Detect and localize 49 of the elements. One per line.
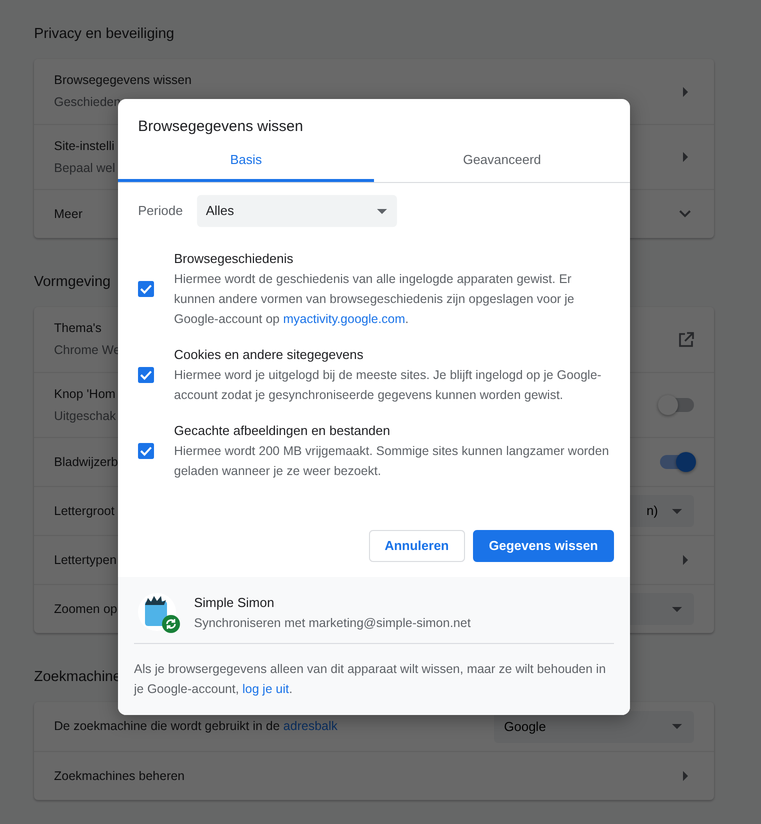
arrow-icon[interactable] — [682, 771, 688, 781]
sync-badge-icon — [162, 615, 180, 633]
option-description: Hiermee word je uitgelogd bij de meeste sites. Je blijft ingelogd op je Google-account zodat je gesynchroniseerde gegevens kunnen worden gewist. — [174, 367, 602, 404]
toggle-switch[interactable] — [660, 455, 694, 469]
sync-status: Synchroniseren met marketing@simple-simon.net — [194, 615, 471, 632]
period-dropdown[interactable]: Alles — [196, 195, 397, 227]
external-link-icon[interactable] — [678, 332, 694, 348]
arrow-icon[interactable] — [682, 86, 688, 96]
row-title: Meer — [54, 206, 82, 223]
row-title: Knop 'Hom — [54, 386, 116, 403]
checkbox[interactable] — [138, 367, 154, 383]
option-description: Hiermee wordt 200 MB vrijgemaakt. Sommige sites kunnen langzamer worden geladen wanneer je ze weer bezoekt. — [174, 443, 610, 480]
section-title: Privacy en beveiliging — [34, 25, 174, 44]
period-label: Periode — [138, 202, 183, 220]
chevron-down-icon[interactable] — [678, 210, 691, 218]
section-title: Zoekmachine — [34, 668, 122, 688]
footer-text: Als je browsergegevens alleen van dit apparaat wilt wissen, maar ze wilt behouden in je Google-account, log je uit. — [134, 661, 607, 698]
row-subtitle: Bepaal wel — [54, 160, 116, 177]
row-title: Thema's — [54, 320, 102, 338]
tab[interactable]: Basis — [118, 140, 374, 182]
tab[interactable]: Geavanceerd — [374, 140, 630, 182]
address-bar-link[interactable]: adresbalk — [283, 719, 338, 734]
row-subtitle: Uitgeschak — [54, 408, 116, 425]
row-title: Bladwijzerb — [54, 454, 118, 471]
section-title: Vormgeving — [34, 273, 111, 292]
account-name: Simple Simon — [194, 594, 276, 612]
sign-out-link[interactable]: log je uit — [242, 682, 289, 696]
clear-data-button[interactable]: Gegevens wissen — [472, 530, 614, 562]
option-description: Hiermee wordt de geschiedenis van alle ingelogde apparaten gewist. Er kunnen andere vormen van browsegeschiedenis zijn opgeslagen voor je Google-account op myactivity.google.com. — [174, 271, 576, 328]
toggle-switch[interactable] — [660, 398, 694, 412]
activity-link[interactable]: myactivity.google.com — [283, 312, 406, 326]
option-title: Gecachte afbeeldingen en bestanden — [174, 422, 392, 440]
row-title: De zoekmachine die wordt gebruikt in de adresbalk — [54, 718, 338, 736]
row-title: Lettergroot — [54, 502, 114, 520]
option-title: Browsegeschiedenis — [174, 250, 294, 268]
dropdown[interactable]: Google — [494, 710, 694, 742]
row-title: Browsegegevens wissen — [54, 72, 192, 90]
row-subtitle: Geschieden — [54, 94, 121, 111]
arrow-icon[interactable] — [682, 152, 688, 162]
row-title: Zoomen op — [54, 600, 118, 618]
dialog-title: Browsegegevens wissen — [137, 117, 304, 137]
cancel-button[interactable]: Annuleren — [368, 530, 465, 562]
checkbox[interactable] — [138, 281, 154, 297]
row-title: Lettertypen — [54, 552, 117, 569]
row-title: Zoekmachines beheren — [54, 768, 185, 785]
row-title: Site-instelli — [54, 138, 114, 155]
option-title: Cookies en andere sitegegevens — [174, 346, 364, 364]
checkbox[interactable] — [138, 443, 154, 459]
arrow-icon[interactable] — [682, 555, 688, 565]
